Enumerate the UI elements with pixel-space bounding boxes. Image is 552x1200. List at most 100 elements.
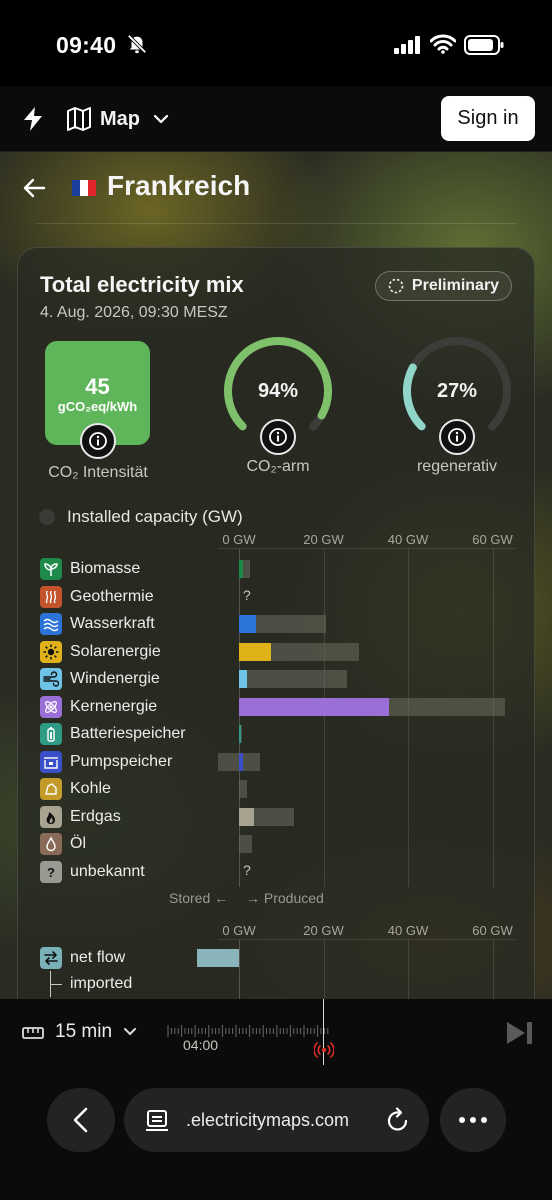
back-arrow-icon[interactable] — [22, 175, 48, 201]
address-bar[interactable]: .electricitymaps.com — [124, 1088, 429, 1152]
production-bar[interactable] — [239, 560, 244, 578]
heat-waves-icon — [40, 585, 62, 608]
coal-icon — [40, 778, 62, 800]
co2-intensity-label: CO₂ Intensität — [48, 464, 148, 481]
co2-info-button[interactable] — [80, 423, 116, 459]
capacity-bar[interactable] — [239, 780, 248, 798]
tree-connector-branch — [50, 984, 62, 985]
production-bar[interactable] — [239, 807, 254, 826]
capacity-gridline — [323, 549, 325, 887]
production-bar[interactable] — [239, 670, 248, 688]
info-icon — [89, 432, 107, 450]
source-label: Geothermie — [70, 587, 154, 605]
source-label: Erdgas — [70, 807, 121, 825]
interval-select[interactable]: 15 min — [55, 1021, 112, 1043]
source-label: Biomasse — [70, 560, 141, 577]
france-flag-icon — [72, 180, 96, 196]
cellular-signal-icon — [394, 36, 420, 54]
netflow-axis-tick-label: 20 GW — [303, 923, 344, 938]
chevron-down-icon — [153, 114, 169, 124]
production-bar[interactable] — [239, 725, 241, 743]
source-label: Wasserkraft — [70, 615, 155, 632]
preliminary-badge[interactable]: Preliminary — [375, 271, 512, 301]
source-label: unbekannt — [70, 862, 145, 880]
production-bar[interactable] — [239, 642, 271, 661]
battery-status-icon — [464, 35, 504, 55]
unknown-value-marker: ? — [243, 861, 251, 878]
ellipsis-icon — [459, 1117, 487, 1123]
map-view-dropdown[interactable]: Map — [66, 103, 170, 135]
production-bar[interactable] — [239, 752, 244, 771]
source-row-unbekannt[interactable]: ? unbekannt — [40, 860, 145, 883]
svg-text:?: ? — [47, 865, 55, 880]
sign-in-button[interactable]: Sign in — [441, 96, 535, 141]
netflow-zero-line — [239, 940, 240, 1000]
bell-muted-icon — [127, 34, 147, 54]
source-row-windenergie[interactable]: Windenergie — [40, 668, 160, 690]
storage-capacity-bar[interactable] — [217, 752, 239, 771]
card-title: Total electricity mix — [40, 272, 244, 297]
capacity-bar[interactable] — [239, 670, 347, 688]
capacity-axis-tick-label: 40 GW — [387, 532, 429, 547]
source-row-batteriespeicher[interactable]: Batteriespeicher — [40, 723, 186, 745]
source-row-kohle[interactable]: Kohle — [40, 778, 111, 800]
pump-storage-icon — [40, 750, 62, 773]
lightning-logo-icon[interactable] — [20, 106, 46, 132]
capacity-axis-tick-label: 0 GW — [222, 532, 256, 547]
browser-back-button[interactable] — [47, 1088, 115, 1152]
source-label: Kernenergie — [70, 697, 158, 715]
live-broadcast-icon[interactable] — [314, 1041, 334, 1059]
exchange-arrows-icon — [40, 947, 62, 969]
page-menu-icon[interactable] — [144, 1108, 170, 1134]
capacity-axis-rule — [218, 548, 515, 549]
reload-icon[interactable] — [384, 1106, 412, 1134]
skip-to-end-icon[interactable] — [505, 1020, 535, 1046]
low-carbon-label: CO₂-arm — [246, 458, 310, 475]
map-label: Map — [100, 107, 140, 130]
question-icon: ? — [40, 860, 62, 883]
source-row-kernenergie[interactable]: Kernenergie — [40, 695, 158, 718]
net-flow-bar[interactable] — [196, 949, 239, 967]
capacity-bar[interactable] — [239, 835, 252, 853]
low-carbon-value: 94% — [257, 380, 299, 402]
source-row-solarenergie[interactable]: Solarenergie — [40, 640, 161, 663]
battery-icon — [40, 723, 62, 745]
production-bar[interactable] — [239, 697, 389, 716]
produced-label: → Produced — [246, 890, 324, 906]
source-row-biomasse[interactable]: Biomasse — [40, 558, 140, 580]
imported-label: imported — [70, 975, 133, 992]
source-row-öl[interactable]: Öl — [40, 833, 86, 855]
net-flow-label: net flow — [70, 949, 126, 966]
renewable-value: 27% — [436, 380, 478, 402]
source-row-wasserkraft[interactable]: Wasserkraft — [40, 613, 155, 635]
flame-icon — [40, 805, 62, 828]
wind-icon — [40, 668, 62, 690]
source-row-erdgas[interactable]: Erdgas — [40, 805, 121, 828]
more-options-button[interactable] — [440, 1088, 506, 1152]
title-divider — [36, 223, 516, 224]
capacity-axis-tick-label: 20 GW — [303, 532, 344, 547]
chevron-left-icon — [73, 1107, 88, 1133]
chevron-down-icon[interactable] — [122, 1024, 138, 1040]
renewable-info-button[interactable] — [439, 419, 475, 455]
ruler-icon — [22, 1027, 44, 1039]
source-label: Pumpspeicher — [70, 752, 173, 770]
sun-icon — [40, 640, 62, 663]
dashed-circle-icon — [388, 278, 404, 294]
source-label: Windenergie — [70, 670, 160, 687]
co2-intensity-value: 45 — [85, 374, 110, 399]
source-row-pumpspeicher[interactable]: Pumpspeicher — [40, 750, 173, 773]
co2-intensity-unit: gCO₂eq/kWh — [57, 399, 138, 414]
map-icon — [67, 107, 91, 131]
production-bar[interactable] — [239, 615, 256, 633]
netflow-gridline — [492, 940, 494, 1000]
status-bar: 09:40 — [0, 0, 552, 86]
low-carbon-info-button[interactable] — [260, 419, 296, 455]
card-datetime: 4. Aug. 2026, 09:30 MESZ — [40, 304, 228, 321]
droplet-icon — [40, 833, 62, 855]
source-row-geothermie[interactable]: Geothermie — [40, 585, 154, 608]
url-text: .electricitymaps.com — [186, 1110, 350, 1130]
net-flow-row[interactable]: net flow — [40, 947, 125, 969]
water-waves-icon — [40, 613, 62, 635]
source-label: Kohle — [70, 780, 111, 797]
